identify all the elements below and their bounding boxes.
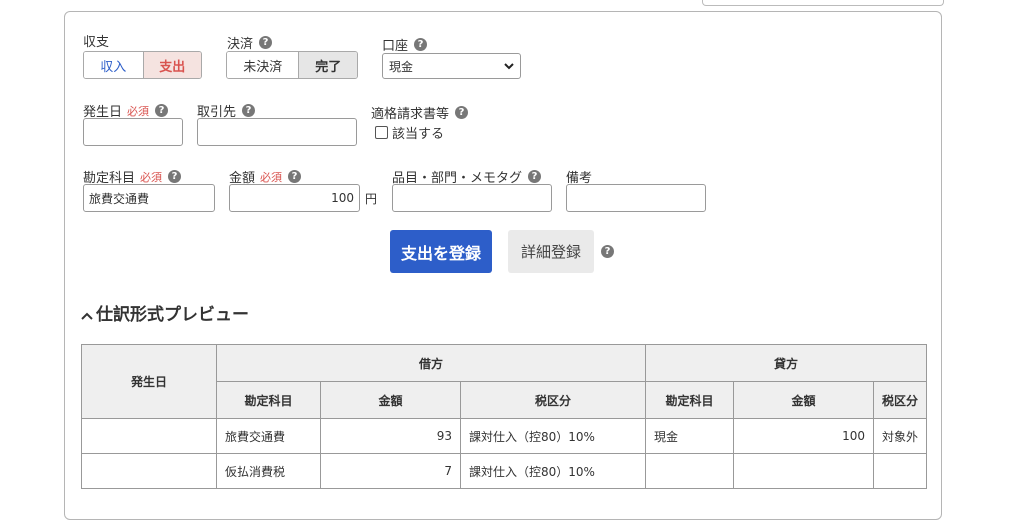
- item-tag-input[interactable]: [392, 184, 552, 212]
- cell-debit-amount: 93: [320, 418, 461, 454]
- settlement-toggle: 未決済 完了: [226, 51, 358, 79]
- income-option[interactable]: 収入: [84, 52, 143, 78]
- settled-option[interactable]: 完了: [298, 52, 357, 78]
- cell-debit-tax: 課対仕入（控80）10%: [460, 453, 646, 489]
- header-credit-amount: 金額: [733, 381, 874, 419]
- required-badge: 必須: [260, 170, 283, 184]
- invoice-checkbox[interactable]: [375, 126, 388, 139]
- income-expense-label-text: 収支: [83, 35, 110, 50]
- journal-preview-table: 発生日 借方 貸方 勘定科目 金額 税区分 勘定科目 金額 税区分 旅費交通費 …: [81, 344, 927, 489]
- header-debit-amount: 金額: [320, 381, 461, 419]
- settlement-label-text: 決済: [227, 37, 254, 52]
- cell-credit-account: 現金: [645, 418, 734, 454]
- help-icon[interactable]: ?: [155, 104, 169, 117]
- cell-debit-tax: 課対仕入（控80）10%: [460, 418, 646, 454]
- help-icon[interactable]: ?: [259, 36, 273, 49]
- cell-credit-amount: [733, 453, 874, 489]
- header-debit-account: 勘定科目: [216, 381, 321, 419]
- cell-debit-account: 仮払消費税: [216, 453, 321, 489]
- required-badge: 必須: [127, 104, 150, 118]
- cell-credit-tax: [873, 453, 927, 489]
- preview-toggle[interactable]: 仕訳形式プレビュー: [81, 300, 249, 325]
- help-icon[interactable]: ?: [455, 106, 469, 119]
- income-expense-toggle: 収入 支出: [83, 51, 202, 79]
- register-expense-button[interactable]: 支出を登録: [390, 230, 492, 273]
- table-row: 旅費交通費 93 課対仕入（控80）10% 現金 100 対象外: [81, 418, 927, 454]
- header-credit: 貸方: [645, 344, 927, 382]
- header-credit-account: 勘定科目: [645, 381, 734, 419]
- header-debit: 借方: [216, 344, 646, 382]
- cell-date: [81, 453, 217, 489]
- cell-date: [81, 418, 217, 454]
- expense-option[interactable]: 支出: [142, 52, 201, 78]
- income-expense-label: 収支: [83, 31, 109, 50]
- preview-title: 仕訳形式プレビュー: [96, 305, 249, 325]
- cell-credit-account: [645, 453, 734, 489]
- invoice-label-text: 適格請求書等: [371, 107, 450, 122]
- cell-credit-amount: 100: [733, 418, 874, 454]
- help-icon[interactable]: ?: [242, 104, 256, 117]
- account-select[interactable]: 現金: [382, 53, 521, 79]
- top-search-box[interactable]: [702, 0, 944, 6]
- header-date: 発生日: [81, 344, 217, 419]
- header-credit-tax: 税区分: [873, 381, 927, 419]
- amount-input[interactable]: 100: [229, 184, 360, 212]
- required-badge: 必須: [140, 170, 163, 184]
- cell-debit-amount: 7: [320, 453, 461, 489]
- date-input[interactable]: [83, 118, 183, 146]
- help-icon[interactable]: ?: [528, 170, 542, 183]
- chevron-down-icon: [504, 62, 514, 69]
- settlement-label: 決済?: [227, 33, 273, 52]
- category-input[interactable]: 旅費交通費: [83, 184, 215, 212]
- cell-debit-account: 旅費交通費: [216, 418, 321, 454]
- header-debit-tax: 税区分: [460, 381, 646, 419]
- account-label: 口座?: [382, 35, 428, 54]
- partner-input[interactable]: [197, 118, 357, 146]
- invoice-label: 適格請求書等?: [371, 103, 469, 122]
- help-icon[interactable]: ?: [601, 245, 614, 258]
- account-label-text: 口座: [382, 39, 409, 54]
- help-icon[interactable]: ?: [288, 170, 302, 183]
- help-icon[interactable]: ?: [168, 170, 182, 183]
- detail-register-button[interactable]: 詳細登録: [508, 230, 594, 273]
- invoice-checkbox-label[interactable]: 該当する: [392, 123, 444, 142]
- invoice-checkbox-row: 該当する: [375, 123, 444, 142]
- note-input[interactable]: [566, 184, 706, 212]
- amount-unit: 円: [365, 192, 378, 206]
- help-icon[interactable]: ?: [414, 38, 428, 51]
- cell-credit-tax: 対象外: [873, 418, 927, 454]
- account-select-value: 現金: [389, 59, 414, 74]
- unsettled-option[interactable]: 未決済: [227, 52, 299, 78]
- chevron-up-icon: [81, 312, 93, 320]
- table-row: 仮払消費税 7 課対仕入（控80）10%: [81, 453, 927, 489]
